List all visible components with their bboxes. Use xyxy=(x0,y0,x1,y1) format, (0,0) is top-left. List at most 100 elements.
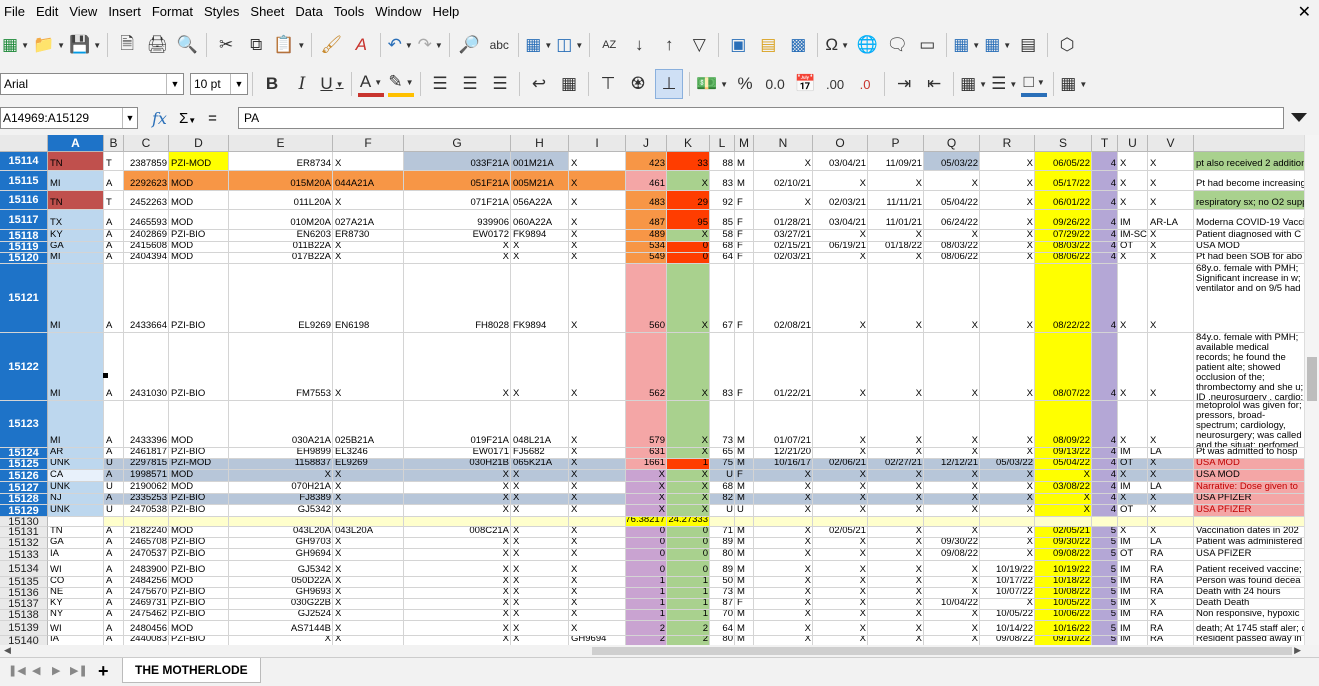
cell-u-15136[interactable]: IM xyxy=(1118,588,1148,599)
cell-j-15140[interactable]: 2 xyxy=(626,636,667,645)
cell-f-15126[interactable]: X xyxy=(333,470,404,482)
cell-s-15134[interactable]: 10/19/22 xyxy=(1035,561,1092,577)
cell-b-15114[interactable]: T xyxy=(104,152,124,171)
cell-s-15120[interactable]: 08/06/22 xyxy=(1035,253,1092,264)
cell-i-15138[interactable]: X xyxy=(569,610,626,621)
cell-k-15134[interactable]: 0 xyxy=(667,561,710,577)
cell-i-15133[interactable]: X xyxy=(569,549,626,561)
cell-r-15122[interactable]: X xyxy=(980,333,1035,401)
cell-k-15120[interactable]: 0 xyxy=(667,253,710,264)
clear-formatting-icon[interactable]: A xyxy=(348,31,374,59)
cell-o-15135[interactable]: X xyxy=(813,577,868,588)
cell-g-15128[interactable]: X xyxy=(404,494,511,505)
cell-j-15122[interactable]: 562 xyxy=(626,333,667,401)
cell-q-15128[interactable]: X xyxy=(924,494,980,505)
cell-t-15123[interactable]: 4 xyxy=(1092,401,1118,448)
cell-o-15123[interactable]: X xyxy=(813,401,868,448)
cell-m-15134[interactable]: M xyxy=(735,561,754,577)
cell-h-15130[interactable] xyxy=(511,517,569,527)
cell-o-15129[interactable]: X xyxy=(813,505,868,517)
cell-a-15127[interactable]: UNK xyxy=(48,482,104,494)
cell-t-15117[interactable]: 4 xyxy=(1092,210,1118,230)
find-replace-icon[interactable]: 🔎 xyxy=(456,31,482,59)
cell-b-15118[interactable]: A xyxy=(104,230,124,242)
cell-u-15129[interactable]: OT xyxy=(1118,505,1148,517)
cell-s-15139[interactable]: 10/16/22 xyxy=(1035,621,1092,636)
cell-d-15128[interactable]: PZI-BIO xyxy=(169,494,229,505)
cell-w-15131[interactable]: Vaccination dates in 202 xyxy=(1194,527,1306,538)
percent-format-icon[interactable]: % xyxy=(732,70,758,98)
cell-l-15116[interactable]: 92 xyxy=(710,191,735,210)
cell-n-15114[interactable]: X xyxy=(754,152,813,171)
cell-n-15121[interactable]: 02/08/21 xyxy=(754,264,813,333)
cell-v-15137[interactable]: X xyxy=(1148,599,1194,610)
cell-q-15140[interactable]: X xyxy=(924,636,980,645)
cell-e-15130[interactable] xyxy=(229,517,333,527)
cell-p-15119[interactable]: 01/18/22 xyxy=(868,242,924,253)
cell-n-15130[interactable] xyxy=(754,517,813,527)
cell-a-15119[interactable]: GA xyxy=(48,242,104,253)
cell-p-15120[interactable]: X xyxy=(868,253,924,264)
cell-i-15136[interactable]: X xyxy=(569,588,626,599)
cell-d-15134[interactable]: PZI-BIO xyxy=(169,561,229,577)
cell-m-15125[interactable]: M xyxy=(735,459,754,470)
cell-r-15128[interactable]: X xyxy=(980,494,1035,505)
cell-k-15131[interactable]: 0 xyxy=(667,527,710,538)
cell-u-15121[interactable]: X xyxy=(1118,264,1148,333)
cell-w-15114[interactable]: pt also received 2 additional doses; hem… xyxy=(1194,152,1306,171)
cell-o-15133[interactable]: X xyxy=(813,549,868,561)
cell-d-15122[interactable]: PZI-BIO xyxy=(169,333,229,401)
sort-icon[interactable]: AZ xyxy=(596,31,622,59)
cell-f-15119[interactable]: X xyxy=(333,242,404,253)
cell-s-15133[interactable]: 09/08/22 xyxy=(1035,549,1092,561)
cell-c-15119[interactable]: 2415608 xyxy=(124,242,169,253)
cell-d-15124[interactable]: PZI-BIO xyxy=(169,448,229,459)
cell-u-15125[interactable]: OT xyxy=(1118,459,1148,470)
name-box[interactable]: A14969:A15129 ▼ xyxy=(0,107,138,129)
cell-i-15140[interactable]: GH9694 xyxy=(569,636,626,645)
cell-t-15116[interactable]: 4 xyxy=(1092,191,1118,210)
cell-h-15127[interactable]: X xyxy=(511,482,569,494)
add-decimal-icon[interactable]: .00 xyxy=(822,70,848,98)
cell-l-15127[interactable]: 68 xyxy=(710,482,735,494)
row-header[interactable]: 15121 xyxy=(0,264,48,333)
cell-s-15140[interactable]: 09/10/22 xyxy=(1035,636,1092,645)
cell-m-15138[interactable]: M xyxy=(735,610,754,621)
cell-k-15122[interactable]: X xyxy=(667,333,710,401)
expand-formula-icon[interactable] xyxy=(1291,113,1307,122)
cell-j-15131[interactable]: 0 xyxy=(626,527,667,538)
cell-e-15138[interactable]: GJ2524 xyxy=(229,610,333,621)
cell-f-15129[interactable]: X xyxy=(333,505,404,517)
cell-i-15128[interactable]: X xyxy=(569,494,626,505)
cell-w-15138[interactable]: Non responsive, hypoxic xyxy=(1194,610,1306,621)
cell-o-15134[interactable]: X xyxy=(813,561,868,577)
cell-d-15120[interactable]: MOD xyxy=(169,253,229,264)
cell-j-15129[interactable]: X xyxy=(626,505,667,517)
cell-u-15130[interactable] xyxy=(1118,517,1148,527)
cell-b-15134[interactable]: A xyxy=(104,561,124,577)
cell-q-15119[interactable]: 08/03/22 xyxy=(924,242,980,253)
cell-t-15126[interactable]: 4 xyxy=(1092,470,1118,482)
cell-g-15126[interactable]: X xyxy=(404,470,511,482)
cell-j-15137[interactable]: 1 xyxy=(626,599,667,610)
cell-j-15124[interactable]: 631 xyxy=(626,448,667,459)
cell-i-15131[interactable]: X xyxy=(569,527,626,538)
cell-g-15116[interactable]: 071F21A xyxy=(404,191,511,210)
cell-s-15116[interactable]: 06/01/22 xyxy=(1035,191,1092,210)
cell-u-15132[interactable]: IM xyxy=(1118,538,1148,549)
cell-j-15114[interactable]: 423 xyxy=(626,152,667,171)
cell-u-15137[interactable]: IM xyxy=(1118,599,1148,610)
cell-a-15136[interactable]: NE xyxy=(48,588,104,599)
spreadsheet-grid[interactable]: ABCDEFGHIJKLMNOPQRSTUV 15114 TN T 2387859 PZ… xyxy=(0,135,1319,645)
cell-v-15140[interactable]: RA xyxy=(1148,636,1194,645)
cell-n-15134[interactable]: X xyxy=(754,561,813,577)
cell-s-15119[interactable]: 08/03/22 xyxy=(1035,242,1092,253)
print-preview-icon[interactable]: 🔍 xyxy=(174,31,200,59)
cell-p-15130[interactable] xyxy=(868,517,924,527)
cell-e-15115[interactable]: 015M20A xyxy=(229,171,333,191)
cell-i-15129[interactable]: X xyxy=(569,505,626,517)
cell-t-15136[interactable]: 5 xyxy=(1092,588,1118,599)
cell-f-15140[interactable]: X xyxy=(333,636,404,645)
cell-q-15129[interactable]: X xyxy=(924,505,980,517)
menu-edit[interactable]: Edit xyxy=(32,0,65,24)
